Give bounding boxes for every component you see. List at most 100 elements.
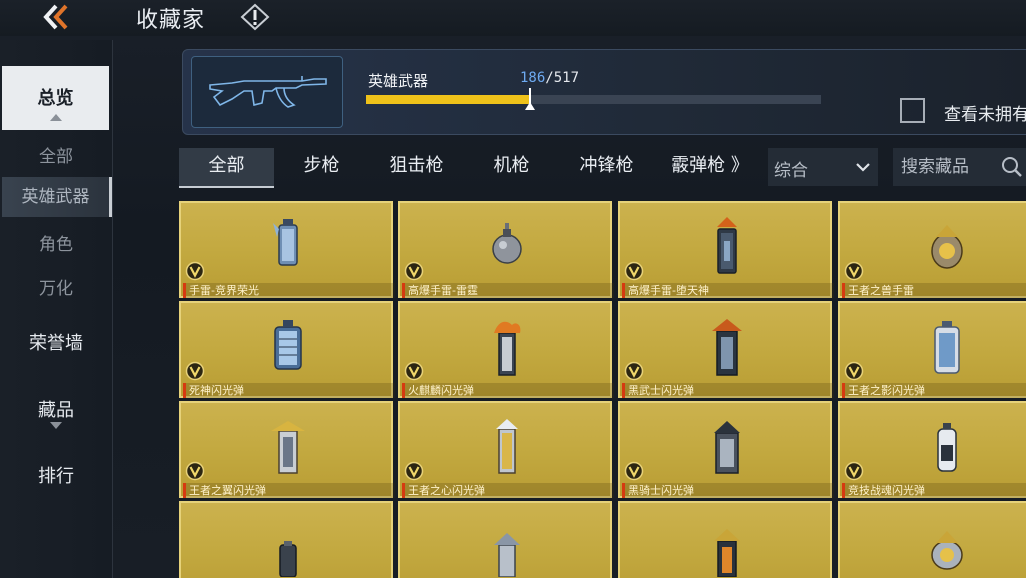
category-label: 英雄武器 (368, 72, 429, 90)
search-box (893, 148, 1026, 186)
tab-machine-gun[interactable]: 机枪 (464, 148, 559, 186)
top-bar: 收藏家 (0, 0, 1026, 36)
total-count: 517 (553, 70, 580, 86)
sidebar-subitem-characters[interactable]: 角色 (0, 230, 112, 255)
show-unowned-checkbox[interactable] (900, 98, 925, 123)
grenade-icon (931, 225, 963, 269)
item-name: 竞技战魂闪光弹 (842, 483, 1026, 498)
item-card[interactable]: 高爆手雷-雷霆 (398, 201, 614, 298)
sidebar-item-overview-label: 总览 (37, 88, 74, 109)
grenade-icon (931, 531, 963, 570)
rarity-v-badge-icon (404, 461, 424, 481)
caret-down-icon (50, 422, 62, 429)
sidebar-item-ranking[interactable]: 排行 (0, 462, 112, 488)
grenade-icon (273, 219, 298, 266)
tab-smg[interactable]: 冲锋枪 (559, 148, 654, 186)
sidebar-subitem-all[interactable]: 全部 (0, 142, 112, 167)
collection-progress-banner: 英雄武器 186/517 查看未拥有 (182, 49, 1026, 135)
tab-rifle[interactable]: 步枪 (274, 148, 369, 186)
sort-dropdown[interactable]: 综合 (768, 148, 878, 186)
item-name: 王者之心闪光弹 (402, 483, 614, 498)
page-title: 收藏家 (136, 8, 206, 33)
collection-count: 186/517 (520, 70, 579, 86)
grenade-icon (271, 421, 305, 474)
exclamation-diamond-icon (240, 3, 270, 31)
progress-fill (366, 95, 530, 104)
rarity-v-badge-icon (844, 261, 864, 281)
item-name: 黑武士闪光弹 (622, 383, 834, 398)
count-separator: / (545, 70, 554, 86)
item-card[interactable] (618, 501, 832, 578)
owned-count: 186 (520, 70, 546, 86)
rarity-v-badge-icon (185, 361, 205, 381)
collection-grid: 手雷-竞界荣光 高爆手雷-雷霆 高爆手雷-堕天神 王者之兽手雷 死神闪光弹 火麒麟闪光弹黑… (177, 201, 1026, 578)
rarity-v-badge-icon (185, 461, 205, 481)
progress-marker-triangle (524, 102, 535, 110)
grenade-icon (492, 223, 522, 264)
rarity-v-badge-icon (624, 261, 644, 281)
item-name: 王者之影闪光弹 (842, 383, 1026, 398)
tab-shotgun[interactable]: 霰弹枪 》 (654, 148, 766, 186)
rarity-v-badge-icon (624, 361, 644, 381)
item-card[interactable] (398, 501, 612, 578)
grenade-icon (496, 419, 518, 474)
item-card[interactable] (838, 501, 1026, 578)
grenade-icon (712, 319, 742, 376)
grenade-icon (937, 423, 957, 472)
search-input[interactable] (901, 152, 1001, 182)
sidebar-item-overview[interactable]: 总览 (2, 66, 109, 130)
grenade-icon (714, 421, 740, 474)
grenade-icon (274, 320, 302, 370)
item-card[interactable]: 王者之翼闪光弹 (179, 401, 395, 498)
item-card[interactable]: 王者之影闪光弹 (838, 301, 1026, 398)
tab-all[interactable]: 全部 (179, 148, 274, 188)
item-card[interactable]: 高爆手雷-堕天神 (618, 201, 834, 298)
caret-up-icon (50, 114, 62, 121)
rarity-v-badge-icon (185, 261, 205, 281)
sidebar: 总览 全部 英雄武器 角色 万化 荣誉墙 藏品 排行 (0, 40, 113, 578)
item-name: 火麒麟闪光弹 (402, 383, 614, 398)
item-name: 黑骑士闪光弹 (622, 483, 834, 498)
item-card[interactable]: 黑武士闪光弹 (618, 301, 834, 398)
item-name: 死神闪光弹 (183, 383, 395, 398)
grenade-icon (717, 217, 737, 274)
rarity-v-badge-icon (844, 361, 864, 381)
show-unowned-label: 查看未拥有 (944, 105, 1026, 125)
grenade-icon (714, 529, 740, 577)
sidebar-subitem-wanhua[interactable]: 万化 (0, 274, 112, 299)
grenade-icon (934, 321, 960, 374)
progress-bar (366, 88, 821, 110)
item-card[interactable]: 王者之兽手雷 (838, 201, 1026, 298)
item-card[interactable]: 手雷-竞界荣光 (179, 201, 395, 298)
sidebar-subitem-hero-weapons[interactable]: 英雄武器 (2, 177, 112, 217)
weapon-type-tabs: 全部 步枪 狙击枪 机枪 冲锋枪 霰弹枪 》 综合 (177, 148, 1026, 188)
rarity-v-badge-icon (624, 461, 644, 481)
rifle-icon (209, 76, 327, 108)
rarity-v-badge-icon (404, 261, 424, 281)
item-card[interactable] (179, 501, 393, 578)
item-name: 高爆手雷-堕天神 (622, 283, 834, 298)
item-card[interactable]: 死神闪光弹 (179, 301, 395, 398)
item-name: 王者之翼闪光弹 (183, 483, 395, 498)
item-name: 手雷-竞界荣光 (183, 283, 395, 298)
sidebar-item-collectibles[interactable]: 藏品 (0, 396, 112, 422)
rarity-v-badge-icon (404, 361, 424, 381)
search-icon[interactable] (1001, 156, 1023, 178)
item-card[interactable]: 竞技战魂闪光弹 (838, 401, 1026, 498)
back-button[interactable] (38, 2, 72, 32)
item-name: 高爆手雷-雷霆 (402, 283, 614, 298)
item-card[interactable]: 黑骑士闪光弹 (618, 401, 834, 498)
grenade-icon (494, 533, 520, 577)
sort-value: 综合 (774, 161, 808, 181)
info-button[interactable] (240, 3, 270, 31)
chevron-down-icon (856, 163, 870, 172)
item-card[interactable]: 王者之心闪光弹 (398, 401, 614, 498)
grenade-icon (494, 321, 521, 376)
sidebar-item-honor-wall[interactable]: 荣誉墙 (0, 329, 112, 355)
item-card[interactable]: 火麒麟闪光弹 (398, 301, 614, 398)
item-name: 王者之兽手雷 (842, 283, 1026, 298)
grenade-icon (279, 541, 297, 577)
weapon-preview (191, 56, 343, 128)
tab-sniper[interactable]: 狙击枪 (369, 148, 464, 186)
rarity-v-badge-icon (844, 461, 864, 481)
